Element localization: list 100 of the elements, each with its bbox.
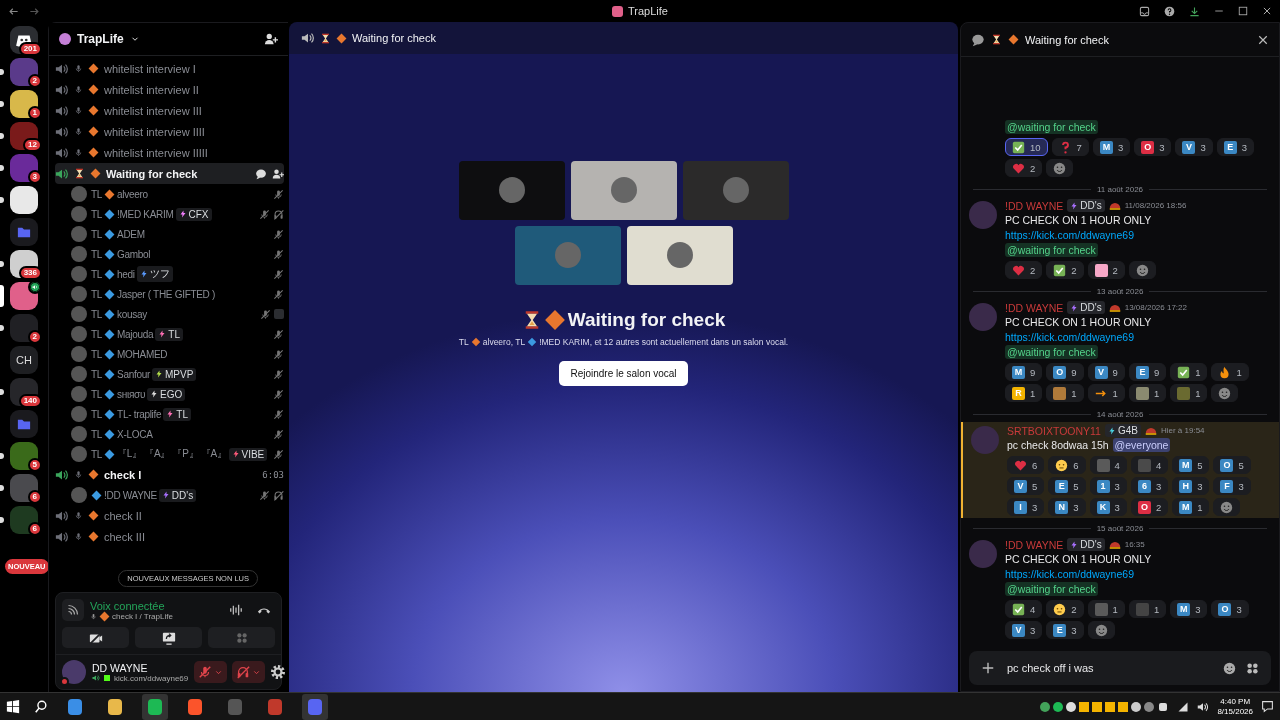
add-reaction-button[interactable] [1087,621,1115,639]
reaction[interactable]: 6 [1048,456,1086,474]
reaction[interactable]: 7 [1051,138,1089,156]
reaction[interactable]: M 1 [1172,498,1210,516]
reaction[interactable]: 2 [1087,261,1125,279]
server-icon[interactable] [10,474,38,502]
notifications-icon[interactable] [1261,700,1274,713]
reaction[interactable]: 2 [1005,261,1043,279]
reaction[interactable]: M 5 [1172,456,1210,474]
reaction[interactable]: O 3 [1134,138,1172,156]
role-mention[interactable]: @waiting for check [1005,120,1098,134]
close-icon[interactable] [1257,33,1269,46]
voice-channel[interactable]: whitelist interview IIII [55,121,284,142]
reaction[interactable]: M 9 [1005,363,1043,381]
voice-member[interactable]: TL TL- traplife TL [55,404,284,424]
settings-icon[interactable] [270,664,287,680]
camera-button[interactable] [62,627,129,648]
reaction[interactable]: 4 [1005,600,1043,618]
reaction[interactable]: M 3 [1170,600,1208,618]
reaction[interactable]: 10 [1005,138,1048,156]
taskbar-app[interactable] [142,693,168,720]
reaction[interactable]: 1 [1046,384,1084,402]
join-voice-button[interactable]: Rejoindre le salon vocal [559,360,688,386]
voice-channel[interactable]: whitelist interview I [55,58,284,79]
reaction[interactable]: O 3 [1211,600,1249,618]
reaction[interactable]: O 9 [1046,363,1084,381]
message-input[interactable]: pc check off i was [1005,661,1213,675]
voice-member[interactable]: TL X-LOCA [55,424,284,444]
add-user-icon[interactable] [264,32,278,46]
maximize-icon[interactable] [1238,6,1248,16]
add-user-icon[interactable] [272,167,284,180]
back-arrow-icon[interactable] [8,5,19,17]
help-icon[interactable] [1164,5,1175,17]
reaction[interactable]: H 3 [1172,477,1210,495]
reaction[interactable]: E 5 [1048,477,1086,495]
clock[interactable]: 4:40 PM 8/15/2026 [1217,696,1253,717]
server-folder[interactable] [10,218,38,246]
server-icon[interactable] [10,282,38,310]
voice-member[interactable]: TL Gambol [55,244,284,264]
voice-member[interactable]: TL hedi ツフ [55,264,284,284]
volume-icon[interactable] [1197,700,1210,713]
reaction[interactable]: 2 [1046,261,1084,279]
server-icon[interactable] [10,154,38,182]
message-composer[interactable]: pc check off i was [969,651,1271,685]
voice-channel[interactable]: whitelist interview II [55,79,284,100]
reaction[interactable]: 1 [1170,384,1208,402]
server-folder[interactable] [10,410,38,438]
reaction[interactable]: V 3 [1005,621,1043,639]
voice-member[interactable]: TL Sanfour MPVP [55,364,284,384]
reaction[interactable]: 1 [1211,363,1249,381]
reaction[interactable]: 2 [1005,159,1043,177]
voice-channel[interactable]: whitelist interview III [55,100,284,121]
link[interactable]: https://kick.com/ddwayne69 [1005,228,1134,242]
close-icon[interactable] [1262,6,1272,16]
reaction[interactable]: 4 [1130,456,1169,474]
voice-channel[interactable]: check I 6:03 [55,464,284,485]
voice-member[interactable]: TL Jasper ( THE GIFTED ) [55,284,284,304]
activities-button[interactable] [208,627,275,648]
reaction[interactable]: K 3 [1089,498,1127,516]
reaction[interactable]: 1 [1087,384,1125,402]
deafen-button[interactable] [232,661,266,683]
server-icon[interactable] [10,442,38,470]
voice-member[interactable]: TL Majouda TL [55,324,284,344]
reaction[interactable]: 1 [1128,600,1167,618]
forward-arrow-icon[interactable] [29,5,40,17]
link[interactable]: https://kick.com/ddwayne69 [1005,330,1134,344]
reaction[interactable]: 1 [1087,600,1125,618]
role-mention[interactable]: @waiting for check [1005,243,1098,257]
server-icon[interactable]: CH [10,346,38,374]
emoji-icon[interactable] [1223,661,1236,675]
reaction[interactable]: 1 3 [1089,477,1127,495]
mention[interactable]: @everyone [1112,438,1171,452]
author-name[interactable]: !DD WAYNE [1005,538,1064,551]
reaction[interactable]: 2 [1046,600,1084,618]
role-mention[interactable]: @waiting for check [1005,345,1098,359]
add-reaction-button[interactable] [1128,261,1156,279]
voice-channel[interactable]: check II [55,505,284,526]
reaction[interactable]: 1 [1128,384,1167,402]
voice-member[interactable]: TL ѕнιяσυ EGO [55,384,284,404]
participant-tile[interactable] [514,225,621,285]
inbox-icon[interactable] [1139,5,1150,17]
voice-member[interactable]: !DD WAYNE DD's [55,485,284,505]
participant-tile[interactable] [626,225,733,285]
link[interactable]: https://kick.com/ddwayne69 [1005,567,1134,581]
reaction[interactable]: V 3 [1175,138,1213,156]
reaction[interactable]: 4 [1089,456,1127,474]
reaction[interactable]: E 3 [1046,621,1084,639]
author-name[interactable]: !DD WAYNE [1005,199,1064,212]
voice-channel[interactable]: Waiting for check [55,163,284,184]
voice-member[interactable]: TL 『L』 『A』 『P』 『A』 VIBE [55,444,284,464]
reaction[interactable]: 6 3 [1130,477,1169,495]
reaction[interactable]: O 5 [1213,456,1251,474]
mute-button[interactable] [194,661,228,683]
screen-share-button[interactable] [135,627,202,648]
search-icon[interactable] [34,699,48,714]
reaction[interactable]: N 3 [1048,498,1086,516]
server-icon[interactable] [10,90,38,118]
reaction[interactable]: R 1 [1005,384,1043,402]
add-reaction-button[interactable] [1046,159,1074,177]
start-icon[interactable] [6,699,20,714]
